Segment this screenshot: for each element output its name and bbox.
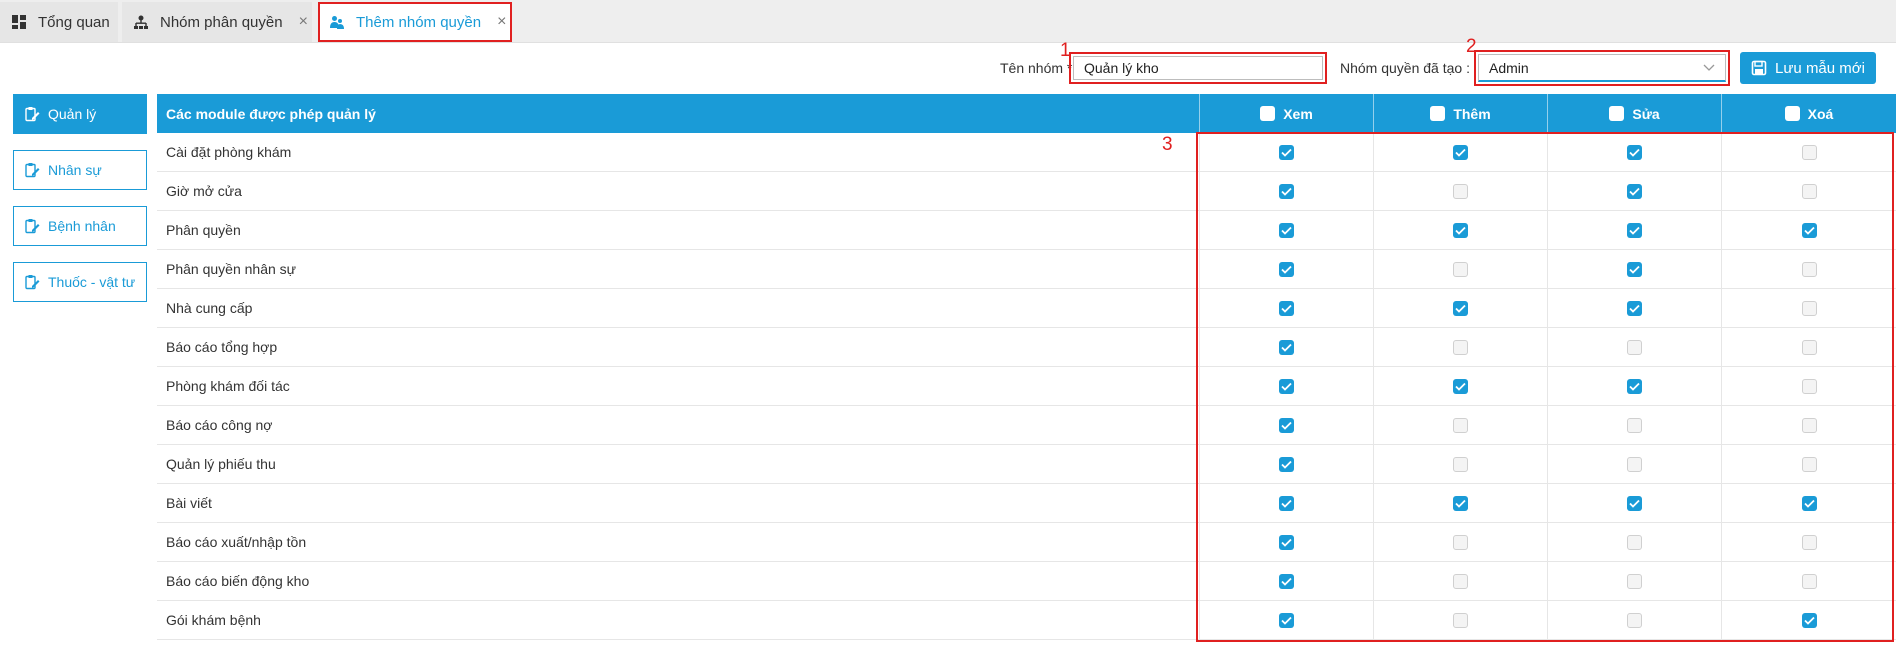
module-name: Báo cáo xuất/nhập tồn	[166, 534, 307, 550]
module-name: Báo cáo tổng hợp	[166, 339, 278, 355]
clipboard-edit-icon	[25, 219, 40, 234]
tab-label: Tổng quan	[38, 13, 110, 31]
header-delete-label: Xoá	[1807, 105, 1834, 122]
org-chart-icon	[134, 15, 148, 29]
sidebar-item-staff[interactable]: Nhân sự	[13, 150, 147, 190]
module-name: Giờ mở cửa	[166, 183, 242, 199]
module-name: Quản lý phiếu thu	[166, 456, 276, 472]
save-template-button[interactable]: Lưu mẫu mới	[1740, 52, 1876, 84]
sidebar-item-label: Bệnh nhân	[48, 218, 116, 234]
users-icon	[330, 15, 344, 29]
tab-label: Thêm nhóm quyền	[356, 13, 482, 31]
annotation-3: 3	[1162, 134, 1173, 155]
header-view[interactable]: Xem	[1199, 94, 1373, 133]
clipboard-edit-icon	[25, 275, 40, 290]
header-add[interactable]: Thêm	[1373, 94, 1547, 133]
module-name: Nhà cung cấp	[166, 300, 253, 316]
annotation-box-3	[1196, 132, 1894, 642]
created-group-value: Admin	[1489, 59, 1529, 76]
tab-label: Nhóm phân quyền	[160, 13, 283, 31]
select-all-edit-checkbox[interactable]	[1609, 106, 1625, 121]
module-name: Báo cáo công nợ	[166, 417, 273, 433]
module-name: Cài đặt phòng khám	[166, 144, 292, 160]
select-all-view-checkbox[interactable]	[1260, 106, 1276, 121]
sidebar-item-label: Nhân sự	[48, 162, 102, 178]
header-view-label: Xem	[1283, 105, 1313, 122]
header-edit[interactable]: Sửa	[1547, 94, 1721, 133]
sidebar-item-management[interactable]: Quản lý	[13, 94, 147, 134]
header-edit-label: Sửa	[1632, 105, 1660, 122]
tab-add-permission-group[interactable]: Thêm nhóm quyền ×	[318, 2, 512, 42]
group-name-label: Tên nhóm *	[1000, 60, 1073, 76]
sidebar-item-medicine[interactable]: Thuốc - vật tư	[13, 262, 147, 302]
save-template-label: Lưu mẫu mới	[1775, 59, 1865, 77]
select-all-add-checkbox[interactable]	[1430, 106, 1446, 121]
header-add-label: Thêm	[1453, 105, 1491, 122]
tab-overview[interactable]: Tổng quan	[0, 2, 118, 42]
close-icon[interactable]: ×	[299, 13, 308, 31]
header-module: Các module được phép quản lý	[157, 94, 1199, 133]
save-icon	[1751, 60, 1767, 76]
chevron-down-icon	[1703, 64, 1715, 71]
tab-bar: Tổng quan Nhóm phân quyền × Thêm nhóm qu…	[0, 0, 1896, 43]
sidebar-item-label: Thuốc - vật tư	[48, 274, 136, 290]
close-icon[interactable]: ×	[497, 13, 506, 31]
header-module-label: Các module được phép quản lý	[166, 105, 376, 122]
created-group-select[interactable]: Admin	[1478, 54, 1726, 82]
select-all-delete-checkbox[interactable]	[1784, 106, 1800, 121]
group-name-value: Quản lý kho	[1084, 60, 1159, 76]
module-name: Phòng khám đối tác	[166, 378, 290, 394]
clipboard-edit-icon	[25, 107, 40, 122]
group-name-input[interactable]: Quản lý kho	[1073, 56, 1323, 80]
sidebar-item-label: Quản lý	[48, 106, 97, 122]
created-group-label: Nhóm quyền đã tạo :	[1340, 60, 1470, 76]
module-name: Gói khám bệnh	[166, 612, 261, 628]
module-name: Báo cáo biến động kho	[166, 573, 310, 589]
module-name: Phân quyền	[166, 222, 241, 238]
sidebar-item-patients[interactable]: Bệnh nhân	[13, 206, 147, 246]
tab-permission-groups[interactable]: Nhóm phân quyền ×	[122, 2, 312, 42]
clipboard-edit-icon	[25, 163, 40, 178]
module-name: Phân quyền nhân sự	[166, 261, 297, 277]
table-header: Các module được phép quản lý Xem Thêm Sử…	[157, 94, 1896, 133]
module-name: Bài viết	[166, 495, 212, 511]
header-delete[interactable]: Xoá	[1721, 94, 1896, 133]
dashboard-icon	[12, 15, 26, 29]
